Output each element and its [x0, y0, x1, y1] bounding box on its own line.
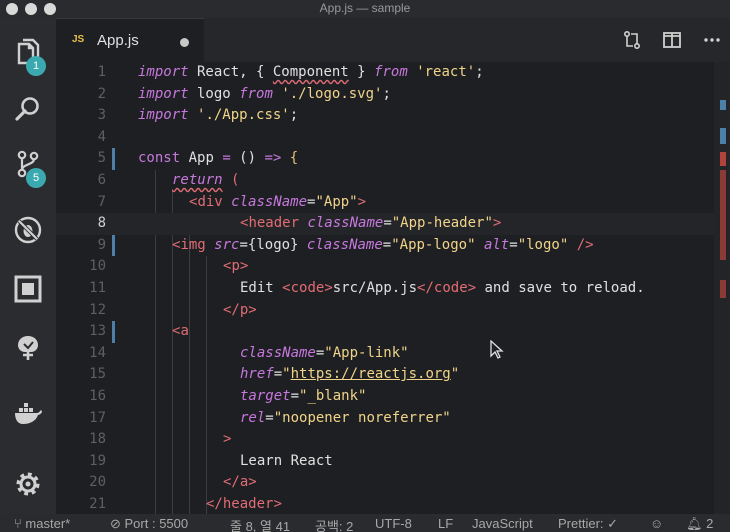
overview-marker	[720, 100, 726, 110]
search-icon	[15, 97, 39, 121]
cursor-position[interactable]: 줄 8, 열 41	[230, 516, 290, 532]
code-line[interactable]: 5 const App = () => {	[56, 148, 714, 170]
code-line[interactable]: 9 <img src={logo} className="App-logo" al…	[56, 235, 714, 257]
prettier-status[interactable]: Prettier: ✓	[558, 516, 618, 532]
code-line[interactable]: 15 href="https://reactjs.org"	[56, 364, 714, 386]
code-line[interactable]: 10 <p>	[56, 256, 714, 278]
code-line[interactable]: 19 Learn React	[56, 451, 714, 473]
tree-view-button[interactable]	[0, 320, 56, 376]
code-line[interactable]: 20 </a>	[56, 472, 714, 494]
overview-marker	[720, 152, 726, 166]
search-button[interactable]	[0, 81, 56, 137]
code-editor[interactable]: 1 import React, { Component } from 'react…	[56, 62, 730, 514]
code-line[interactable]: 1 import React, { Component } from 'react…	[56, 62, 714, 84]
compare-changes-icon[interactable]	[622, 30, 642, 50]
source-control-badge: 5	[26, 168, 46, 188]
title-bar: App.js — sample	[0, 0, 730, 18]
explorer-badge: 1	[26, 56, 46, 76]
js-file-icon: JS	[72, 34, 85, 45]
feedback-smiley-icon[interactable]: ☺	[650, 516, 663, 531]
debug-icon	[14, 216, 42, 244]
extensions-button[interactable]	[0, 261, 56, 317]
gear-icon	[16, 472, 40, 496]
overview-marker	[720, 170, 726, 260]
status-bar: ⑂ master* ⊘ Port : 5500 줄 8, 열 41 공백: 2 …	[0, 514, 730, 532]
tab-label: App.js	[97, 32, 139, 49]
encoding[interactable]: UTF-8	[375, 516, 412, 531]
code-line[interactable]: 18 >	[56, 429, 714, 451]
source-control-button[interactable]: 5	[0, 136, 56, 192]
code-line[interactable]: 16 target="_blank"	[56, 386, 714, 408]
overview-marker	[720, 128, 726, 144]
tree-icon	[18, 336, 38, 360]
tab-app-js[interactable]: JS App.js	[56, 18, 204, 62]
code-line[interactable]: 2 import logo from './logo.svg';	[56, 84, 714, 106]
overview-marker	[720, 280, 726, 298]
code-line[interactable]: 13 <a	[56, 321, 714, 343]
code-line[interactable]: 7 <div className="App">	[56, 192, 714, 214]
code-line[interactable]: 4	[56, 127, 714, 149]
code-line[interactable]: 14 className="App-link"	[56, 343, 714, 365]
code-line-current[interactable]: 8 <header className="App-header">	[56, 213, 714, 235]
unsaved-dot-icon[interactable]	[180, 38, 189, 47]
code-line[interactable]: 21 </header>	[56, 494, 714, 514]
end-of-line[interactable]: LF	[438, 516, 453, 531]
mouse-cursor-icon	[490, 340, 504, 359]
code-line[interactable]: 17 rel="noopener noreferrer"	[56, 408, 714, 430]
language-mode[interactable]: JavaScript	[472, 516, 533, 531]
indentation[interactable]: 공백: 2	[315, 516, 353, 532]
docker-icon	[15, 403, 42, 424]
settings-button[interactable]	[0, 456, 56, 512]
activity-bar: 1 5	[0, 18, 56, 514]
live-server-port[interactable]: ⊘ Port : 5500	[110, 516, 188, 532]
split-editor-icon[interactable]	[662, 30, 682, 50]
more-actions-icon[interactable]	[702, 30, 722, 50]
window-title: App.js — sample	[319, 1, 411, 15]
editor-scrollbar[interactable]	[714, 62, 730, 514]
branch-indicator[interactable]: ⑂ master*	[14, 516, 70, 531]
explorer-button[interactable]: 1	[0, 24, 56, 80]
debug-button[interactable]	[0, 202, 56, 258]
code-line[interactable]: 12 </p>	[56, 300, 714, 322]
notifications[interactable]: 🔔︎ 2	[686, 516, 713, 532]
tab-bar: JS App.js	[56, 18, 730, 62]
code-line[interactable]: 11 Edit <code>src/App.js</code> and save …	[56, 278, 714, 300]
extensions-icon	[14, 275, 42, 303]
docker-button[interactable]	[0, 384, 56, 440]
code-line[interactable]: 3 import './App.css';	[56, 105, 714, 127]
code-line[interactable]: 6 return (	[56, 170, 714, 192]
